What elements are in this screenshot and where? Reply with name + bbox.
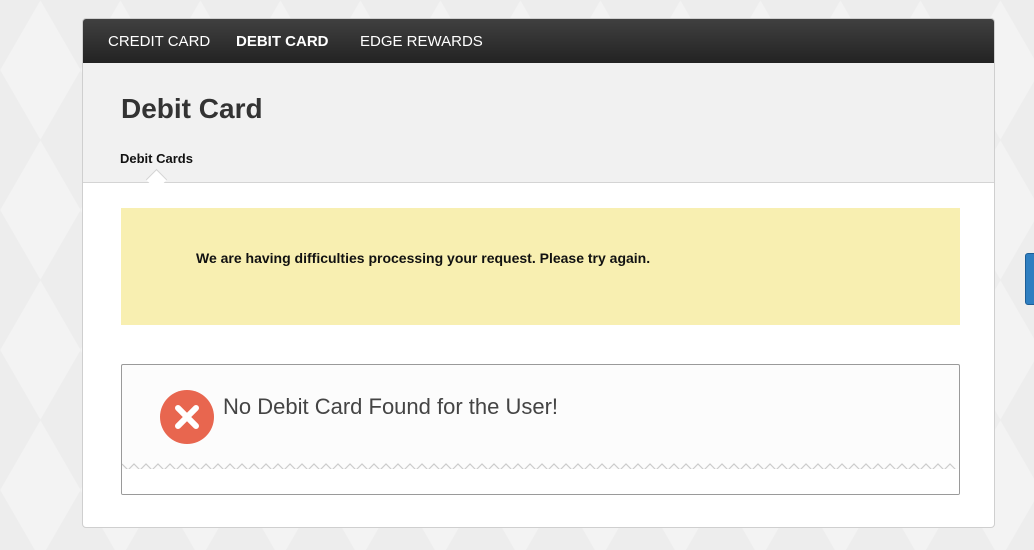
error-message: No Debit Card Found for the User! (223, 394, 559, 419)
page-title: Debit Card (121, 93, 263, 124)
zigzag-bottom (122, 469, 959, 494)
side-widget-tab[interactable] (1025, 253, 1034, 305)
warning-alert: We are having difficulties processing yo… (121, 208, 960, 325)
alert-message: We are having difficulties processing yo… (196, 250, 651, 266)
main-panel: CREDIT CARD DEBIT CARD EDGE REWARDS Debi… (82, 18, 995, 528)
nav-edge-rewards[interactable]: EDGE REWARDS (360, 19, 483, 63)
nav-credit-card[interactable]: CREDIT CARD (108, 19, 210, 63)
page-header: Debit Card Debit Cards (83, 63, 994, 183)
top-navigation: CREDIT CARD DEBIT CARD EDGE REWARDS (83, 19, 994, 63)
nav-debit-card[interactable]: DEBIT CARD (236, 19, 329, 63)
close-circle-icon (160, 390, 214, 444)
error-message-box: No Debit Card Found for the User! (121, 364, 960, 495)
tab-debit-cards[interactable]: Debit Cards (120, 151, 193, 166)
